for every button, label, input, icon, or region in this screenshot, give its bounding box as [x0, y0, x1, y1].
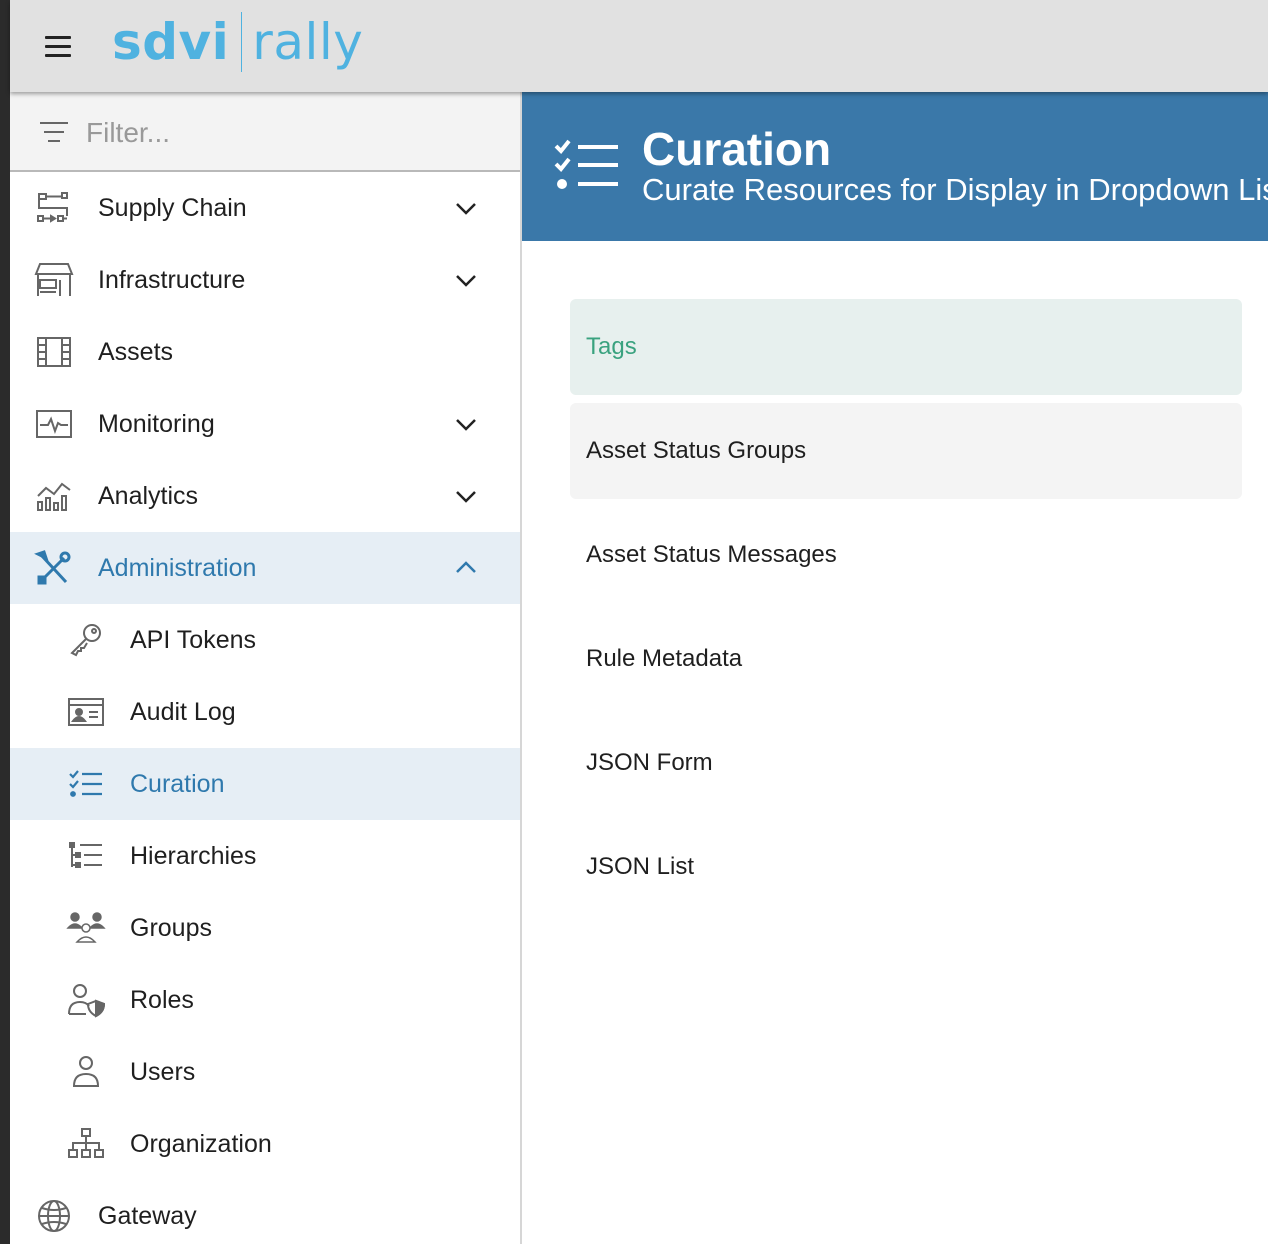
page-title: Curation — [642, 123, 832, 175]
filter-icon — [40, 120, 70, 144]
chevron-up-icon[interactable] — [452, 554, 480, 582]
list-item-asset-status-groups[interactable]: Asset Status Groups — [570, 403, 1242, 499]
sidebar-filter — [10, 92, 520, 172]
sidebar-item-curation[interactable]: Curation — [10, 748, 520, 820]
list-item-asset-status-messages[interactable]: Asset Status Messages — [570, 507, 1242, 603]
sidebar-item-label: API Tokens — [130, 625, 257, 654]
logo-divider — [241, 12, 243, 72]
user-icon — [66, 1054, 106, 1090]
main-content: Curation Curate Resources for Display in… — [522, 92, 1268, 1244]
sidebar-item-label: Users — [130, 1057, 196, 1086]
sidebar-item-label: Gateway — [98, 1201, 197, 1230]
chevron-down-icon[interactable] — [452, 266, 480, 294]
tree-list-icon — [66, 838, 106, 874]
sidebar-item-hierarchies[interactable]: Hierarchies — [10, 820, 520, 892]
sidebar-item-api-tokens[interactable]: API Tokens — [10, 604, 520, 676]
checklist-icon — [552, 138, 624, 194]
sidebar-item-monitoring[interactable]: Monitoring — [10, 388, 520, 460]
logo-text-rally: rally — [252, 13, 364, 71]
sidebar-item-supply-chain[interactable]: Supply Chain — [10, 172, 520, 244]
sidebar-item-label: Groups — [130, 913, 212, 942]
list-item-json-form[interactable]: JSON Form — [570, 715, 1242, 811]
sidebar-item-label: Organization — [130, 1129, 272, 1158]
sidebar-item-analytics[interactable]: Analytics — [10, 460, 520, 532]
sidebar-item-gateway[interactable]: Gateway — [10, 1180, 520, 1244]
sidebar-item-label: Curation — [130, 769, 225, 798]
sidebar-item-infrastructure[interactable]: Infrastructure — [10, 244, 520, 316]
key-icon — [66, 622, 106, 658]
sidebar-item-label: Supply Chain — [98, 193, 247, 222]
page-header: Curation Curate Resources for Display in… — [522, 92, 1268, 241]
top-bar: sdvi rally — [10, 0, 1268, 92]
sidebar-item-label: Roles — [130, 985, 194, 1014]
page-subtitle: Curate Resources for Display in Dropdown… — [642, 172, 1268, 207]
list-item-json-list[interactable]: JSON List — [570, 819, 1242, 915]
sidebar-item-label: Hierarchies — [130, 841, 257, 870]
globe-icon — [34, 1198, 74, 1234]
sidebar-item-label: Infrastructure — [98, 265, 246, 294]
chevron-down-icon[interactable] — [452, 194, 480, 222]
analytics-chart-icon — [34, 478, 74, 514]
chevron-down-icon[interactable] — [452, 482, 480, 510]
sidebar-item-roles[interactable]: Roles — [10, 964, 520, 1036]
app-logo[interactable]: sdvi rally — [112, 6, 363, 78]
sidebar: Supply Chain Infrastructure Assets — [10, 92, 522, 1244]
id-card-icon — [66, 694, 106, 730]
hamburger-menu-button[interactable] — [40, 28, 76, 64]
sidebar-item-users[interactable]: Users — [10, 1036, 520, 1108]
checklist-icon — [66, 766, 106, 802]
filter-input[interactable] — [86, 112, 486, 154]
tools-icon — [34, 550, 74, 586]
logo-text-sdvi: sdvi — [112, 13, 230, 71]
film-icon — [34, 334, 74, 370]
monitor-pulse-icon — [34, 406, 74, 442]
sidebar-item-label: Monitoring — [98, 409, 215, 438]
sidebar-item-label: Administration — [98, 553, 257, 582]
sidebar-item-label: Assets — [98, 337, 174, 366]
user-shield-icon — [66, 982, 106, 1018]
window-edge — [0, 0, 10, 1244]
sidebar-item-administration[interactable]: Administration — [10, 532, 520, 604]
supply-chain-icon — [34, 190, 74, 226]
sidebar-item-assets[interactable]: Assets — [10, 316, 520, 388]
org-chart-icon — [66, 1126, 106, 1162]
sidebar-item-groups[interactable]: Groups — [10, 892, 520, 964]
chevron-down-icon[interactable] — [452, 410, 480, 438]
sidebar-item-label: Audit Log — [130, 697, 236, 726]
list-item-rule-metadata[interactable]: Rule Metadata — [570, 611, 1242, 707]
curation-list: Tags Asset Status Groups Asset Status Me… — [570, 299, 1242, 923]
sidebar-item-organization[interactable]: Organization — [10, 1108, 520, 1180]
group-icon — [66, 910, 106, 946]
list-item-tags[interactable]: Tags — [570, 299, 1242, 395]
infrastructure-icon — [34, 262, 74, 298]
sidebar-item-label: Analytics — [98, 481, 199, 510]
sidebar-item-audit-log[interactable]: Audit Log — [10, 676, 520, 748]
